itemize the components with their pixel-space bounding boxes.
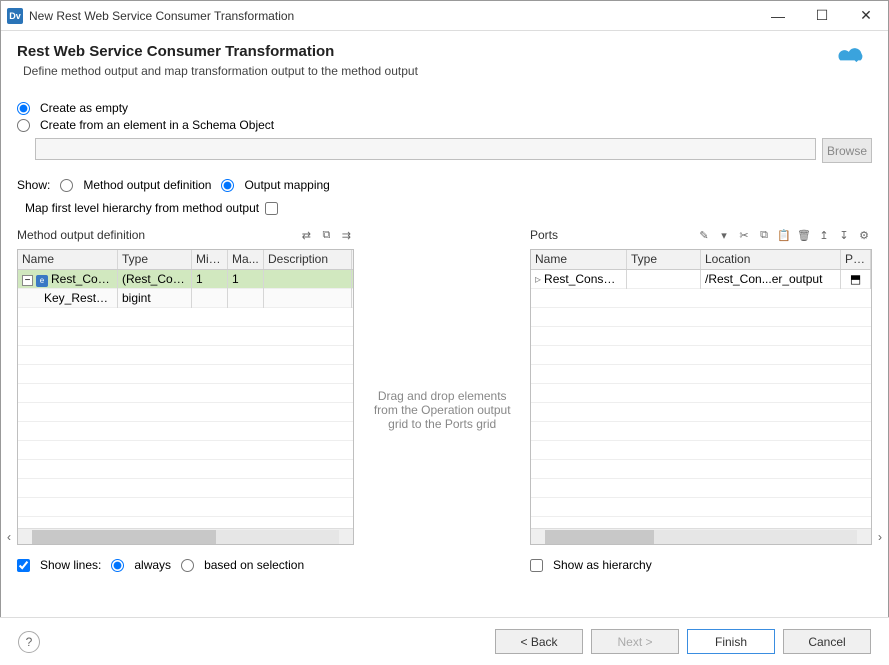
- app-icon: Dv: [7, 8, 23, 24]
- table-row[interactable]: ▹Rest_Consumer_output /Rest_Con...er_out…: [531, 270, 871, 289]
- create-schema-row[interactable]: Create from an element in a Schema Objec…: [17, 118, 872, 132]
- right-pane-title: Ports: [530, 228, 558, 242]
- col-name[interactable]: Name: [531, 250, 627, 269]
- right-toolbar: ✎ ▾ ✂ ⧉ 📋 🗑 ↥ ↧ ⚙: [696, 227, 872, 243]
- col-desc[interactable]: Description: [264, 250, 352, 269]
- cut-icon[interactable]: ✂: [736, 227, 752, 243]
- col-min[interactable]: Min...: [192, 250, 228, 269]
- left-toolbar: ⇄ ⧉ ⇉: [298, 227, 354, 243]
- maximize-button[interactable]: ☐: [800, 2, 844, 30]
- dropdown-icon[interactable]: ▾: [716, 227, 732, 243]
- delete-icon[interactable]: 🗑: [796, 227, 812, 243]
- window-title: New Rest Web Service Consumer Transforma…: [29, 9, 756, 23]
- table-row[interactable]: Key_Rest_C... bigint: [18, 289, 353, 308]
- cancel-button[interactable]: Cancel: [783, 629, 871, 654]
- show-map-option[interactable]: Output mapping: [221, 178, 329, 192]
- drop-hint: Drag and drop elements from the Operatio…: [364, 225, 520, 575]
- expand-icon[interactable]: ▹: [535, 272, 541, 286]
- create-schema-radio[interactable]: [17, 119, 30, 132]
- h-scrollbar[interactable]: ‹›: [18, 528, 353, 544]
- show-label: Show:: [17, 178, 50, 192]
- move-down-icon[interactable]: ↧: [836, 227, 852, 243]
- schema-path-input: [35, 138, 816, 160]
- move-up-icon[interactable]: ↥: [816, 227, 832, 243]
- table-row[interactable]: −eRest_Cons... (Rest_Cons... 1 1: [18, 270, 353, 289]
- help-icon[interactable]: ?: [18, 631, 40, 653]
- options-icon[interactable]: ⚙: [856, 227, 872, 243]
- map-element-icon[interactable]: ⇄: [298, 227, 314, 243]
- element-icon: e: [36, 275, 48, 287]
- create-schema-label: Create from an element in a Schema Objec…: [40, 118, 274, 132]
- method-output-grid[interactable]: Name Type Min... Ma... Description −eRes…: [17, 249, 354, 545]
- map-first-label: Map first level hierarchy from method ou…: [25, 201, 259, 215]
- close-button[interactable]: ✕: [844, 2, 888, 30]
- paste-icon[interactable]: 📋: [776, 227, 792, 243]
- map-first-checkbox[interactable]: [265, 202, 278, 215]
- show-map-radio[interactable]: [221, 179, 234, 192]
- page-subtitle: Define method output and map transformat…: [17, 64, 872, 78]
- finish-button[interactable]: Finish: [687, 629, 775, 654]
- cloud-icon: [836, 45, 870, 69]
- titlebar: Dv New Rest Web Service Consumer Transfo…: [1, 1, 888, 31]
- col-type[interactable]: Type: [118, 250, 192, 269]
- always-radio[interactable]: [111, 559, 124, 572]
- col-type[interactable]: Type: [627, 250, 701, 269]
- copy-icon[interactable]: ⧉: [318, 227, 334, 243]
- create-empty-radio[interactable]: [17, 102, 30, 115]
- back-button[interactable]: < Back: [495, 629, 583, 654]
- copy-icon[interactable]: ⧉: [756, 227, 772, 243]
- col-name[interactable]: Name: [18, 250, 118, 269]
- page-title: Rest Web Service Consumer Transformation: [17, 43, 872, 60]
- create-empty-label: Create as empty: [40, 101, 128, 115]
- wizard-footer: ? < Back Next > Finish Cancel: [0, 617, 889, 665]
- col-max[interactable]: Ma...: [228, 250, 264, 269]
- show-hierarchy-checkbox[interactable]: [530, 559, 543, 572]
- map-all-icon[interactable]: ⇉: [338, 227, 354, 243]
- show-def-radio[interactable]: [60, 179, 73, 192]
- h-scrollbar[interactable]: ‹›: [531, 528, 871, 544]
- create-empty-row[interactable]: Create as empty: [17, 101, 872, 115]
- collapse-icon[interactable]: −: [22, 275, 33, 286]
- next-button: Next >: [591, 629, 679, 654]
- based-selection-radio[interactable]: [181, 559, 194, 572]
- link-icon[interactable]: ⬒: [850, 272, 861, 286]
- show-lines-checkbox[interactable]: [17, 559, 30, 572]
- new-icon[interactable]: ✎: [696, 227, 712, 243]
- col-location[interactable]: Location: [701, 250, 841, 269]
- wizard-header: Rest Web Service Consumer Transformation…: [1, 31, 888, 88]
- col-pre[interactable]: Pre...: [841, 250, 871, 269]
- show-def-option[interactable]: Method output definition: [60, 178, 211, 192]
- ports-grid[interactable]: Name Type Location Pre... ▹Rest_Consumer…: [530, 249, 872, 545]
- browse-button: Browse: [822, 138, 872, 163]
- left-pane-title: Method output definition: [17, 228, 145, 242]
- minimize-button[interactable]: —: [756, 2, 800, 30]
